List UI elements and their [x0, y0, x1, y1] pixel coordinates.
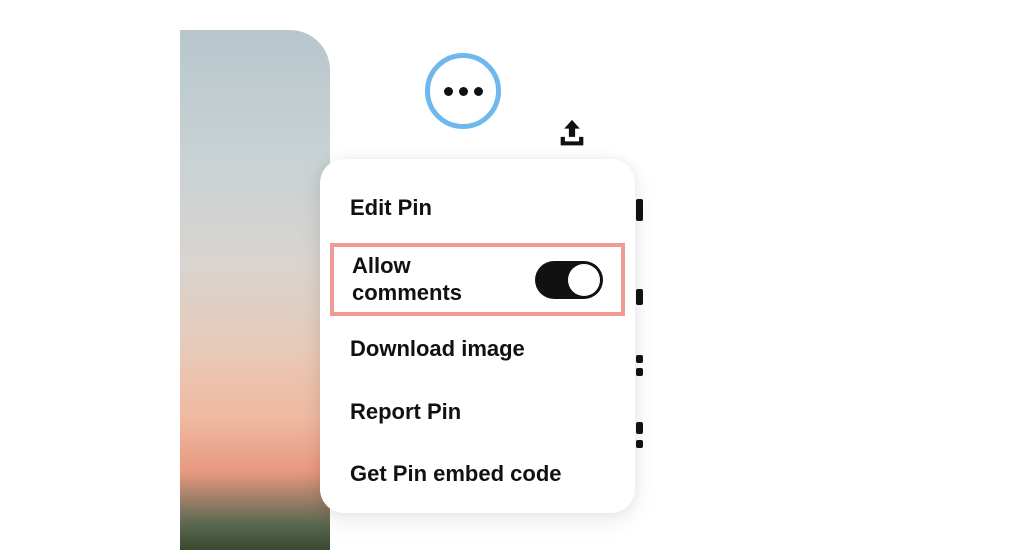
- get-embed-code-item[interactable]: Get Pin embed code: [320, 443, 635, 505]
- download-image-item[interactable]: Download image: [320, 318, 635, 380]
- menu-item-label: Report Pin: [350, 399, 461, 424]
- allow-comments-item[interactable]: Allow comments: [330, 243, 625, 316]
- report-pin-item[interactable]: Report Pin: [320, 381, 635, 443]
- menu-item-label: Get Pin embed code: [350, 461, 562, 486]
- pin-options-menu: Edit Pin Allow comments Download image R…: [320, 159, 635, 513]
- upload-icon: [555, 117, 589, 151]
- pin-image-preview: [180, 30, 330, 550]
- allow-comments-toggle[interactable]: [535, 261, 603, 299]
- obscured-ui-fragment: [636, 440, 643, 448]
- obscured-ui-fragment: [636, 355, 643, 363]
- menu-item-label: Download image: [350, 336, 525, 361]
- obscured-ui-fragment: [636, 289, 643, 305]
- more-options-button[interactable]: [425, 53, 501, 129]
- menu-item-label: Edit Pin: [350, 195, 432, 220]
- toggle-knob: [568, 264, 600, 296]
- obscured-ui-fragment: [636, 368, 643, 376]
- obscured-ui-fragment: [636, 422, 643, 434]
- edit-pin-item[interactable]: Edit Pin: [320, 181, 635, 237]
- share-upload-button[interactable]: [555, 117, 589, 151]
- more-icon: [474, 87, 483, 96]
- more-icon: [459, 87, 468, 96]
- obscured-ui-fragment: [636, 199, 643, 221]
- more-icon: [444, 87, 453, 96]
- menu-item-label: Allow comments: [352, 253, 502, 306]
